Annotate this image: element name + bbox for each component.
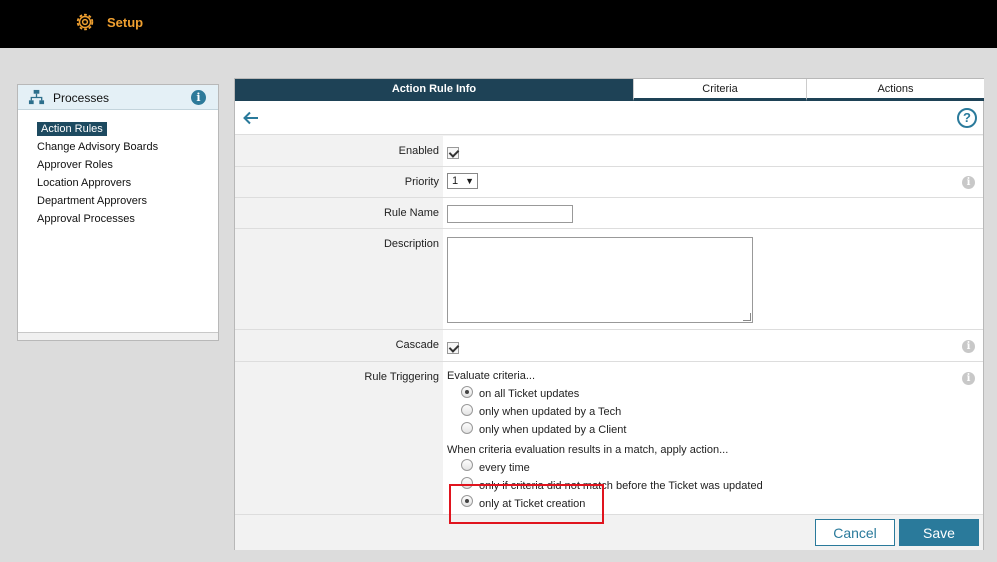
resize-grip-icon[interactable] — [743, 313, 751, 321]
back-arrow-icon[interactable] — [242, 109, 260, 127]
processes-panel: Processes i Action Rules Change Advisory… — [17, 84, 219, 341]
nav-row: ? — [235, 101, 983, 135]
info-icon[interactable]: i — [191, 90, 206, 105]
action-rule-form: Enabled Priority 1 ▼ i Rule Name Descrip… — [235, 136, 983, 514]
radio-updated-by-client[interactable] — [461, 422, 473, 434]
radio-label: only when updated by a Tech — [479, 406, 622, 418]
radio-criteria-did-not-match[interactable] — [461, 477, 473, 489]
radio-label: on all Ticket updates — [479, 388, 580, 400]
tab-bar: Action Rule Info Criteria Actions — [235, 79, 984, 101]
rule-name-label: Rule Name — [383, 207, 439, 219]
sidebar-item-change-advisory-boards[interactable]: Change Advisory Boards — [18, 138, 218, 156]
rule-name-input[interactable] — [447, 205, 573, 223]
radio-label: every time — [479, 462, 530, 474]
enabled-checkbox[interactable] — [447, 147, 459, 159]
rule-triggering-info-icon[interactable]: i — [962, 372, 975, 385]
radio-every-time[interactable] — [461, 459, 473, 471]
sidebar-item-approver-roles[interactable]: Approver Roles — [18, 156, 218, 174]
radio-label: only if criteria did not match before th… — [479, 480, 763, 492]
sidebar-item-location-approvers[interactable]: Location Approvers — [18, 174, 218, 192]
radio-ticket-creation[interactable] — [461, 495, 473, 507]
priority-info-icon[interactable]: i — [962, 176, 975, 189]
rule-name-row: Rule Name — [235, 198, 983, 229]
tab-criteria[interactable]: Criteria — [633, 79, 806, 101]
enabled-label: Enabled — [398, 145, 439, 157]
gear-icon[interactable] — [74, 11, 96, 33]
description-textarea[interactable] — [447, 237, 753, 323]
processes-panel-title: Processes — [53, 91, 110, 105]
processes-panel-header: Processes i — [18, 85, 218, 110]
priority-label: Priority — [404, 176, 439, 188]
priority-row: Priority 1 ▼ i — [235, 167, 983, 198]
enabled-row: Enabled — [235, 136, 983, 167]
sidebar-item-approval-processes[interactable]: Approval Processes — [18, 210, 218, 228]
cascade-checkbox[interactable] — [447, 342, 459, 354]
radio-updated-by-tech[interactable] — [461, 404, 473, 416]
form-footer: Cancel Save — [235, 514, 983, 550]
cancel-button[interactable]: Cancel — [815, 519, 895, 546]
cascade-label: Cascade — [395, 339, 439, 351]
processes-list: Action Rules Change Advisory Boards Appr… — [18, 110, 218, 228]
radio-label: only when updated by a Client — [479, 424, 627, 436]
page-title: Setup — [107, 15, 144, 30]
description-row: Description — [235, 229, 983, 330]
top-bar: Setup — [0, 0, 997, 48]
rule-triggering-label: Rule Triggering — [364, 371, 439, 383]
save-button[interactable]: Save — [899, 519, 979, 546]
sidebar-item-department-approvers[interactable]: Department Approvers — [18, 192, 218, 210]
evaluate-criteria-heading: Evaluate criteria... — [447, 370, 536, 382]
priority-select[interactable]: 1 ▼ — [447, 173, 478, 189]
description-label: Description — [383, 238, 439, 250]
dropdown-arrow-icon: ▼ — [465, 176, 474, 186]
radio-label: only at Ticket creation — [479, 498, 586, 510]
sitemap-icon — [28, 89, 45, 105]
action-rule-panel: Action Rule Info Criteria Actions ? Enab… — [234, 78, 984, 550]
help-icon[interactable]: ? — [957, 108, 977, 128]
tab-action-rule-info[interactable]: Action Rule Info — [235, 79, 633, 101]
cascade-info-icon[interactable]: i — [962, 340, 975, 353]
tab-actions[interactable]: Actions — [806, 79, 984, 101]
radio-all-ticket-updates[interactable] — [461, 386, 473, 398]
cascade-row: Cascade i — [235, 330, 983, 362]
sidebar-item-action-rules[interactable]: Action Rules — [18, 120, 218, 138]
processes-panel-footer — [18, 332, 218, 340]
rule-triggering-row: Rule Triggering i Evaluate criteria... o… — [235, 362, 983, 514]
apply-action-heading: When criteria evaluation results in a ma… — [447, 444, 729, 456]
